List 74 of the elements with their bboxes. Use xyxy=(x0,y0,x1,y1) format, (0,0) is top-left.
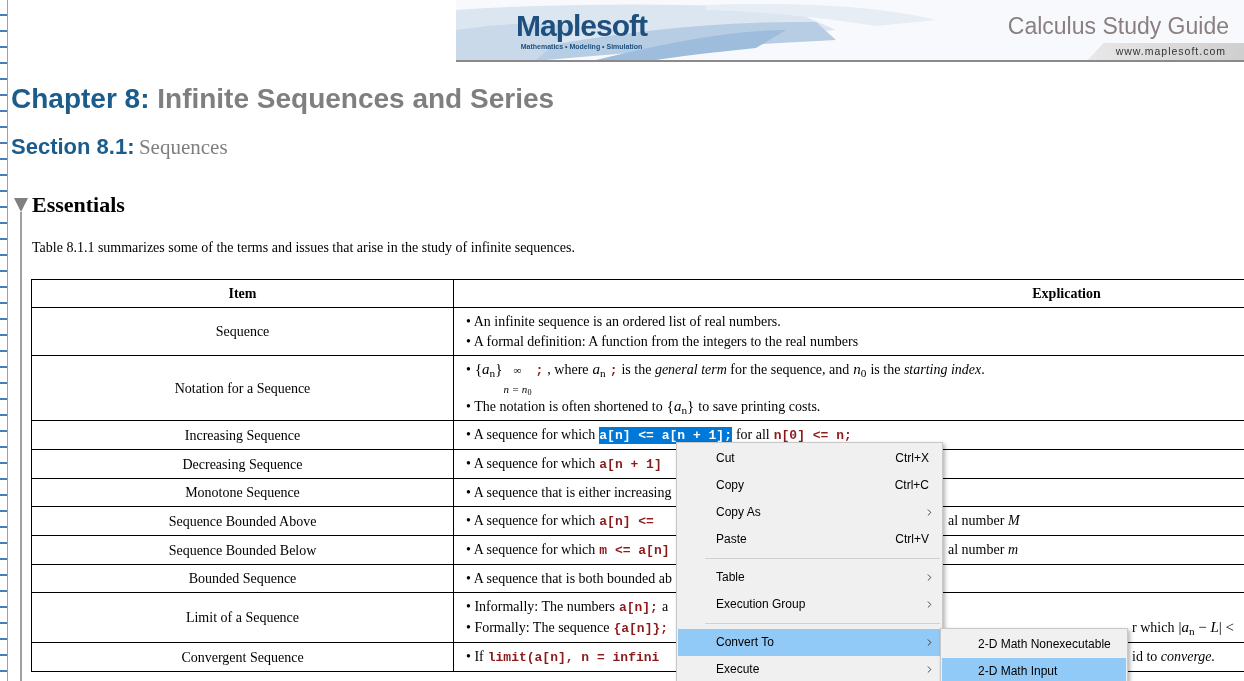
code-text: m <= a[n] xyxy=(599,542,670,559)
cell-text: • A sequence for which xyxy=(466,426,596,443)
shortcut-text: Ctrl+V xyxy=(895,531,929,548)
cell-text: , where xyxy=(547,361,589,378)
cell-text: al number M xyxy=(948,512,1020,529)
logo-text: Maplesoft xyxy=(516,10,647,42)
menu-item[interactable]: Copy As xyxy=(678,499,941,526)
code-text: a[n] <= a[n + 1]; xyxy=(599,427,732,444)
section-label: Section 8.1: xyxy=(11,134,135,159)
math-expression: {a$_{n}$} xyxy=(666,398,695,415)
cell-text: for all xyxy=(735,426,770,443)
menu-item[interactable]: Table xyxy=(678,564,941,591)
cell-text: • A sequence for which xyxy=(466,541,596,558)
math-expression: n$_{0}$ xyxy=(853,361,867,378)
cell-text: is the general term for the sequence, and xyxy=(621,361,850,378)
menu-item[interactable]: Execute xyxy=(678,656,941,681)
table-cell: Monotone Sequence xyxy=(32,479,454,507)
code-text: {a[n]}; xyxy=(613,620,669,637)
cell-text: id to converge. xyxy=(1132,648,1216,665)
cell-text: to save printing costs. xyxy=(698,398,821,415)
shortcut-text: Ctrl+X xyxy=(895,450,929,467)
table-cell: Limit of a Sequence xyxy=(32,593,454,643)
cell-text: a xyxy=(661,598,669,615)
cell-text: • A formal definition: A function from the integers to the real numbers xyxy=(466,333,859,350)
column-header: Explication xyxy=(454,280,1244,308)
table-cell: Sequence Bounded Below xyxy=(32,536,454,565)
code-text: ; xyxy=(609,362,618,379)
cell-text: • The notation is often shortened to xyxy=(466,398,663,415)
math-expression: {a$_{n}$} xyxy=(474,361,503,378)
group-title: Essentials xyxy=(31,191,126,219)
chapter-title: Infinite Sequences and Series xyxy=(157,83,555,114)
code-text: a[n + 1] xyxy=(599,456,662,473)
code-text: n[0] <= n; xyxy=(773,427,852,444)
math-limits: ∞ n = n$_{0}$ xyxy=(503,365,532,395)
table-cell: Sequence xyxy=(32,308,454,356)
cell-text: • xyxy=(466,361,471,378)
menu-item[interactable]: 2-D Math Input xyxy=(942,658,1126,681)
collapse-triangle-icon[interactable] xyxy=(13,198,28,212)
cell-text: • A sequence that is both bounded ab xyxy=(466,570,672,587)
section-title: Sequences xyxy=(138,135,228,159)
cell-text: • A sequence that is either increasing xyxy=(466,484,672,501)
table-cell: Bounded Sequence xyxy=(32,565,454,593)
menu-item[interactable]: Convert To xyxy=(678,629,941,656)
table-cell: Sequence Bounded Above xyxy=(32,507,454,536)
column-header: Item xyxy=(32,280,454,308)
shortcut-text: Ctrl+C xyxy=(894,477,929,494)
intro-text: Table 8.1.1 summarizes some of the terms and issues that arise in the study of infinite sequences. xyxy=(31,239,576,257)
math-expression: |a$_{n}$ − L| < xyxy=(1178,619,1235,636)
cell-text: • A sequence for which xyxy=(466,455,596,472)
table-cell: Convergent Sequence xyxy=(32,643,454,672)
menu-item[interactable]: Cut Ctrl+X xyxy=(678,445,941,472)
cell-text: • An infinite sequence is an ordered list of real numbers. xyxy=(466,313,781,330)
cell-text: • A sequence for which xyxy=(466,512,596,529)
chapter-label: Chapter 8: xyxy=(11,83,150,114)
menu-item[interactable]: Execution Group xyxy=(678,591,941,618)
table-cell: Increasing Sequence xyxy=(32,421,454,450)
cell-text: • Formally: The sequence xyxy=(466,619,610,636)
menu-item[interactable]: Copy Ctrl+C xyxy=(678,472,941,499)
code-text: limit(a[n], n = infini xyxy=(487,649,660,666)
cell-text: is the starting index. xyxy=(870,361,985,378)
table-cell: Decreasing Sequence xyxy=(32,450,454,479)
cell-text: • If xyxy=(466,648,484,665)
code-text: a[n] <= xyxy=(599,513,654,530)
table-cell: Notation for a Sequence xyxy=(32,356,454,421)
cell-text: r which xyxy=(1132,619,1175,636)
math-expression: a$_{n}$ xyxy=(592,361,606,378)
menu-item[interactable]: Paste Ctrl+V xyxy=(678,526,941,553)
code-text: a[n]; xyxy=(618,599,658,616)
code-text: ; xyxy=(535,362,544,379)
cell-text: • Informally: The numbers xyxy=(466,598,615,615)
website-link[interactable]: www.maplesoft.com xyxy=(1087,43,1244,60)
menu-item[interactable]: 2-D Math Nonexecutable xyxy=(942,631,1126,658)
cell-text: al number m xyxy=(948,541,1018,558)
guide-title: Calculus Study Guide xyxy=(1007,12,1229,40)
